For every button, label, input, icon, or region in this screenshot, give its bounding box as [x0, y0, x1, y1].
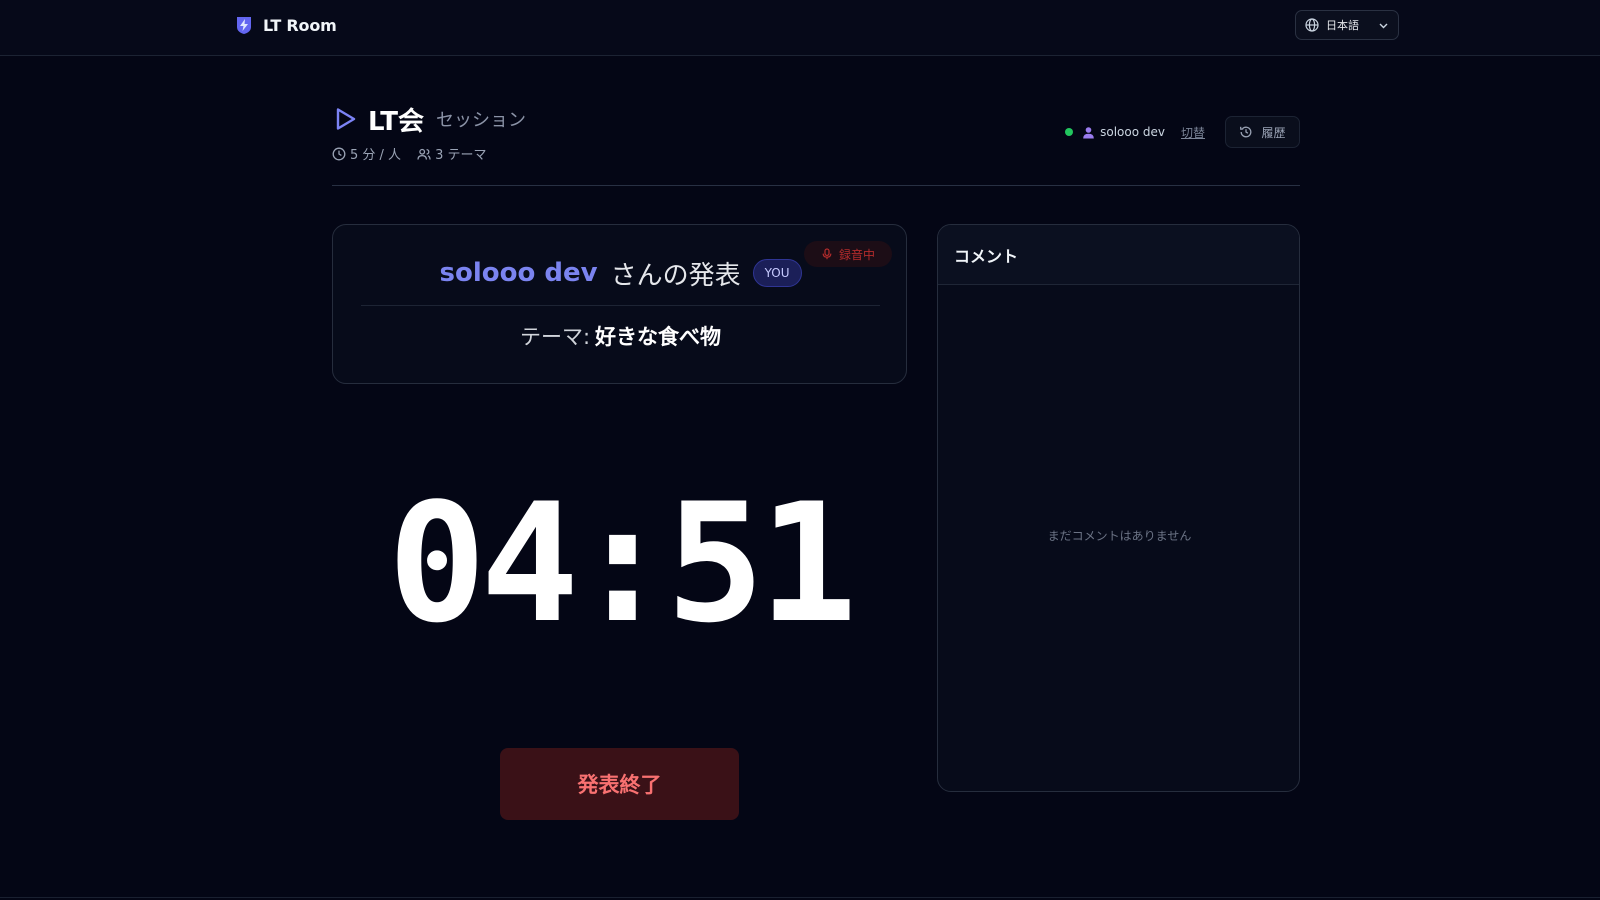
card-divider	[361, 305, 880, 306]
end-presentation-button[interactable]: 発表終了	[500, 748, 739, 820]
comments-panel: コメント まだコメントはありません	[937, 224, 1300, 792]
session-title-row: LT会 セッション	[332, 102, 526, 137]
comments-title: コメント	[938, 225, 1299, 285]
presenter-suffix: さんの発表	[610, 260, 741, 291]
user-area: solooo dev 切替 履歴	[1065, 116, 1300, 148]
you-badge: YOU	[752, 259, 802, 287]
language-select[interactable]: 日本語	[1295, 10, 1399, 40]
theme-count: 3 テーマ	[417, 144, 486, 163]
session-meta: 5 分 / 人 3 テーマ	[332, 144, 502, 163]
comments-empty-message: まだコメントはありません	[1047, 529, 1192, 543]
theme-value: 好きな食べ物	[595, 325, 722, 349]
theme-line: テーマ: 好きな食べ物	[333, 321, 908, 351]
session-title: LT会	[368, 106, 424, 137]
brand[interactable]: LT Room	[233, 13, 337, 37]
language-label: 日本語	[1326, 19, 1359, 32]
user-name: solooo dev	[1100, 125, 1165, 139]
presenter-heading: solooo dev さんの発表 YOU	[333, 253, 908, 293]
history-button[interactable]: 履歴	[1225, 116, 1300, 148]
clock-icon	[332, 147, 346, 161]
session-header: LT会 セッション 5 分 / 人 3 テーマ solooo dev 切替 履歴	[332, 100, 1300, 186]
theme-count-label: 3 テーマ	[435, 148, 487, 163]
theme-prefix: テーマ:	[519, 325, 591, 349]
globe-icon	[1305, 18, 1319, 32]
user-icon	[1082, 126, 1095, 139]
presenter-card: 録音中 solooo dev さんの発表 YOU テーマ: 好きな食べ物	[332, 224, 907, 384]
lightning-shield-icon	[233, 14, 255, 36]
switch-user-link[interactable]: 切替	[1181, 124, 1205, 141]
brand-name: LT Room	[263, 15, 337, 35]
time-per-person: 5 分 / 人	[332, 144, 401, 163]
countdown-timer: 04:51	[387, 467, 858, 659]
play-icon	[332, 106, 358, 132]
session-subtitle: セッション	[436, 110, 526, 131]
top-bar: LT Room 日本語	[0, 0, 1600, 56]
history-label: 履歴	[1261, 125, 1286, 140]
bottom-divider	[0, 897, 1600, 898]
chevron-down-icon	[1378, 20, 1389, 31]
presenter-name: solooo dev	[439, 258, 598, 288]
history-icon	[1239, 125, 1253, 139]
online-status-dot	[1065, 128, 1074, 136]
users-icon	[417, 147, 431, 161]
time-per-person-label: 5 分 / 人	[350, 148, 402, 163]
